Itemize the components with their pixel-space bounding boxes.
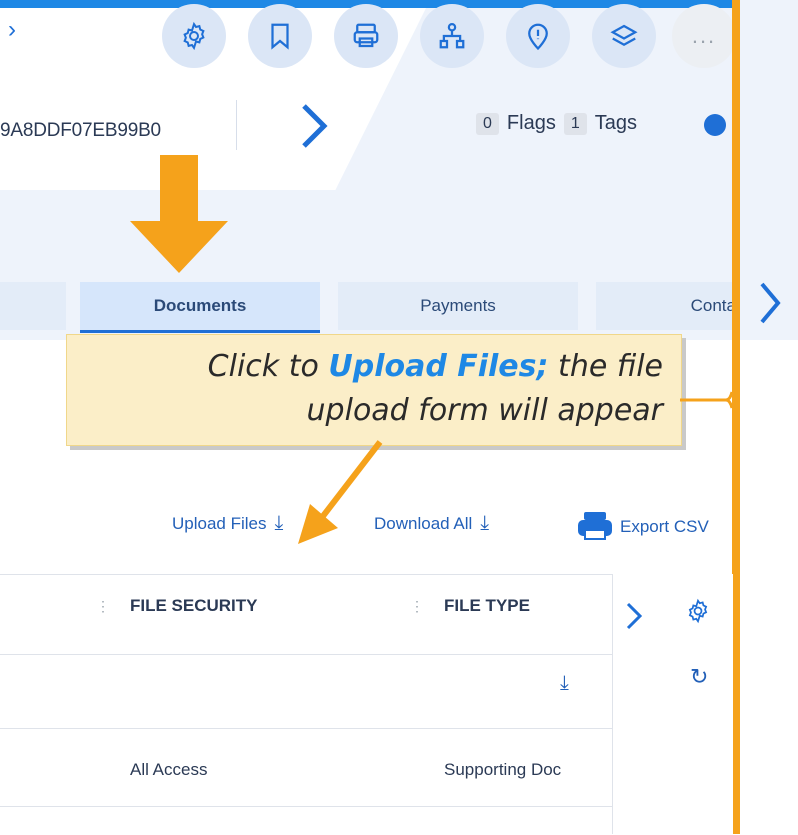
record-id: 9A8DDF07EB99B0	[0, 120, 161, 141]
cell-file-security: All Access	[130, 760, 208, 779]
tab-bar: Documents Payments Conta	[0, 282, 798, 333]
flags-tags[interactable]: 0 Flags 1 Tags	[476, 112, 637, 135]
upload-files-button[interactable]: Upload Files ⤓	[172, 512, 283, 535]
download-all-label: Download All	[374, 513, 473, 533]
tab-contacts[interactable]: Conta	[596, 282, 740, 330]
column-resize-handle[interactable]: ⋮	[96, 598, 110, 615]
hierarchy-icon	[439, 23, 465, 49]
column-header-file-type[interactable]: FILE TYPE	[444, 596, 530, 616]
layers-button[interactable]	[592, 4, 656, 68]
filter-download-icon[interactable]: ⤓	[560, 672, 569, 695]
upload-files-label: Upload Files	[172, 513, 267, 533]
callout-text: Click to Upload Files; the file upload f…	[208, 345, 663, 433]
more-button[interactable]: ...	[672, 4, 736, 68]
row-divider-line	[0, 806, 612, 807]
refresh-icon[interactable]: ↻	[690, 664, 708, 690]
header-divider	[236, 100, 237, 150]
export-csv-button[interactable]: Export CSV	[578, 512, 709, 542]
grid-settings-icon[interactable]	[685, 598, 711, 624]
callout-line2: upload form will appear	[306, 393, 663, 428]
export-icon	[578, 512, 612, 540]
document-actions: Upload Files ⤓ Download All ⤓ Export CSV	[0, 512, 740, 552]
callout-suffix: the file	[548, 349, 663, 384]
settings-button[interactable]	[162, 4, 226, 68]
expand-panel-icon[interactable]	[618, 596, 648, 636]
hierarchy-button[interactable]	[420, 4, 484, 68]
cell-file-type: Supporting Doc	[444, 760, 562, 779]
tags-label[interactable]: Tags	[595, 112, 637, 135]
more-icon: ...	[691, 23, 717, 48]
bookmark-icon	[271, 23, 289, 50]
print-button[interactable]	[334, 4, 398, 68]
flags-label[interactable]: Flags	[507, 112, 556, 135]
export-csv-label: Export CSV	[620, 517, 709, 536]
down-arrow-annotation	[130, 155, 228, 273]
next-record-icon[interactable]	[290, 96, 340, 156]
expand-icon[interactable]	[704, 114, 726, 136]
chevron-right-icon[interactable]: ›	[8, 16, 16, 44]
filter-divider-line	[0, 728, 612, 729]
callout-highlight: Upload Files;	[328, 349, 549, 384]
download-icon: ⤓	[480, 512, 490, 534]
print-icon	[353, 23, 379, 48]
tutorial-callout: Click to Upload Files; the file upload f…	[66, 334, 682, 446]
settings-icon	[183, 21, 205, 51]
tab-documents[interactable]: Documents	[80, 282, 320, 333]
tabs-scroll-right-icon[interactable]	[750, 278, 790, 328]
layers-icon	[610, 24, 638, 47]
column-resize-handle[interactable]: ⋮	[410, 598, 424, 615]
tags-count: 1	[563, 112, 587, 135]
annotation-line	[732, 0, 740, 834]
tab-payments[interactable]: Payments	[338, 282, 578, 330]
bookmark-button[interactable]	[248, 4, 312, 68]
location-button[interactable]	[506, 4, 570, 68]
callout-connector	[680, 391, 732, 409]
flags-count: 0	[476, 112, 499, 135]
location-icon	[528, 23, 548, 51]
callout-prefix: Click to	[207, 349, 329, 384]
download-all-button[interactable]: Download All ⤓	[374, 512, 489, 535]
tab-previous[interactable]	[0, 282, 66, 330]
header-divider-line	[0, 654, 612, 655]
column-header-file-security[interactable]: FILE SECURITY	[130, 596, 258, 616]
upload-icon: ⤓	[274, 512, 284, 534]
